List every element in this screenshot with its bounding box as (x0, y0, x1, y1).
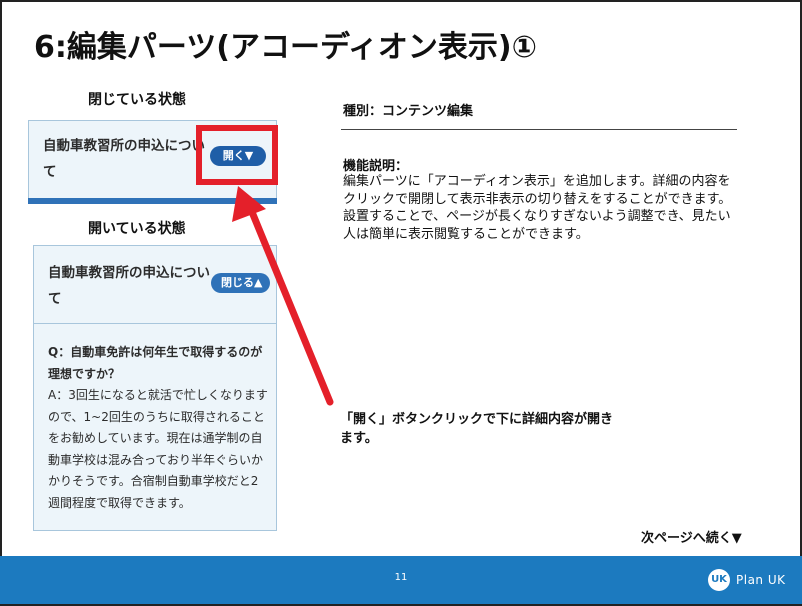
closed-state-label: 閉じている状態 (88, 92, 186, 108)
accordion-open: 自動車教習所の申込について 閉じる▲ Q：自動車免許は何年生で取得するのが理想で… (33, 245, 277, 531)
next-page-link[interactable]: 次ページへ続く▼ (641, 527, 742, 546)
close-button[interactable]: 閉じる▲ (211, 273, 270, 293)
slide-frame-top (0, 0, 802, 2)
accordion-open-question: 自動車教習所の申込について (48, 265, 210, 307)
accordion-closed-bottom-bar (28, 198, 277, 204)
accordion-body: Q：自動車免許は何年生で取得するのが理想ですか？ A：3回生になると就活で忙しく… (48, 342, 270, 514)
accordion-closed-question: 自動車教習所の申込について (43, 138, 205, 180)
open-state-label: 開いている状態 (88, 221, 186, 237)
slide-title: 6:編集パーツ(アコーディオン表示)① (34, 30, 537, 65)
brand-name: Plan UK (736, 573, 786, 587)
accordion-open-header[interactable]: 自動車教習所の申込について 閉じる▲ (34, 246, 276, 324)
brand-icon: UK (708, 569, 730, 591)
callout-text: 「開く」ボタンクリックで下に詳細内容が開きます。 (340, 412, 614, 446)
faq-answer: A：3回生になると就活で忙しくなりますので、1~2回生のうちに取得されることをお… (48, 388, 268, 510)
function-title: 機能説明： (343, 159, 409, 174)
page-number: 11 (394, 572, 408, 583)
slide-frame-left (0, 0, 2, 606)
function-description: 編集パーツに「アコーディオン表示」を追加します。詳細の内容をクリックで開閉して表… (343, 174, 732, 242)
brand-logo: UK Plan UK (708, 569, 786, 591)
kind-text: 種別：コンテンツ編集 (343, 104, 474, 119)
faq-question: Q：自動車免許は何年生で取得するのが理想ですか？ (48, 345, 263, 381)
divider (341, 129, 737, 130)
open-button-highlight (196, 125, 278, 185)
footer-bar: 11 UK Plan UK (0, 556, 802, 604)
